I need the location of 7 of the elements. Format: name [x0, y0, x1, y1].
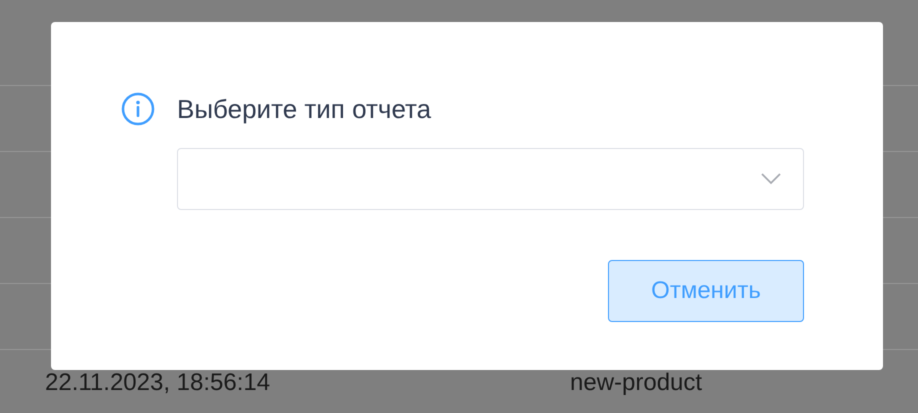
cancel-button[interactable]: Отменить [608, 260, 804, 322]
chevron-down-icon [761, 173, 781, 185]
date-text: 22.11.2023, 18:56:14 [45, 368, 272, 398]
select-field[interactable] [177, 148, 804, 210]
name-text: new-product [570, 368, 702, 398]
dialog-title: Выберите тип отчета [177, 93, 432, 126]
info-icon [121, 92, 155, 126]
